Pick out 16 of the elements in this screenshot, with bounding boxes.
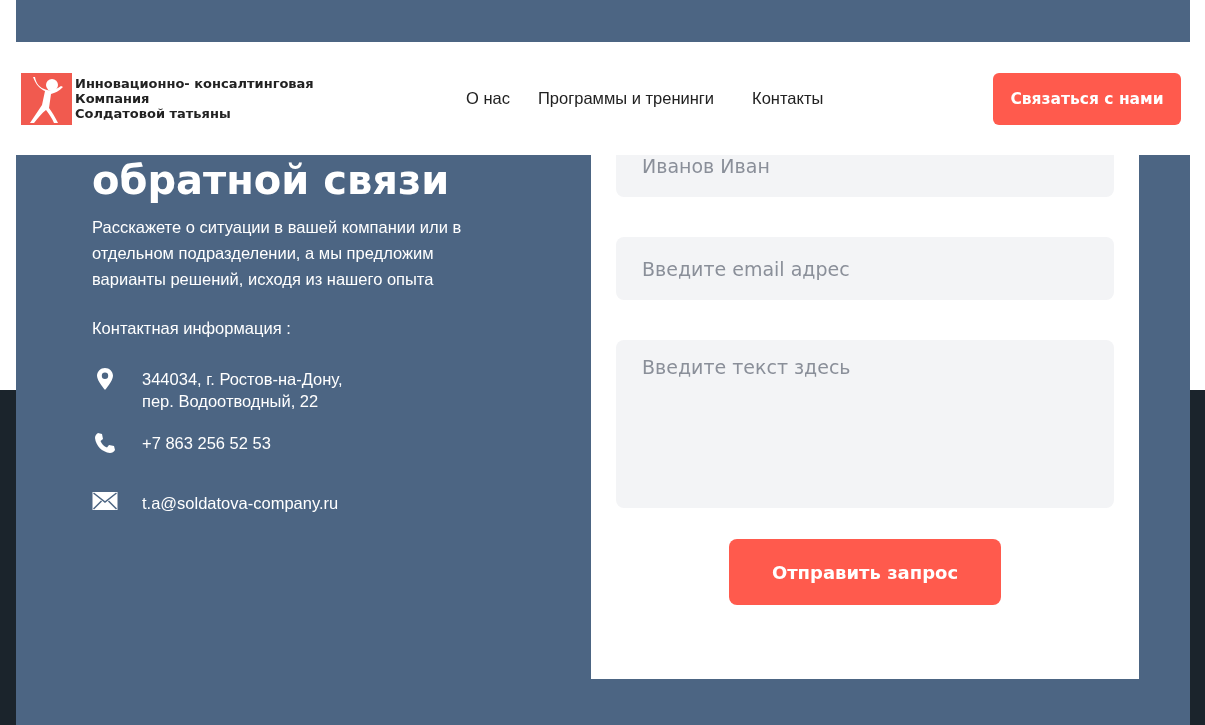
contact-text: t.a@soldatova-company.ru	[142, 493, 339, 514]
nav-link[interactable]: Программы и тренинги	[537, 89, 715, 108]
company-name: Инновационно- консалтинговая Компания Солдатовой татьяны	[75, 76, 314, 121]
nav-link[interactable]: О нас	[466, 89, 510, 108]
nav-link[interactable]: Контакты	[752, 89, 824, 108]
input-field[interactable]: Иванов Иван	[616, 155, 1114, 197]
message-field[interactable]: Введите текст здесь	[616, 340, 1114, 508]
logo-icon	[21, 72, 72, 125]
contact-text: +7 863 256 52 53	[142, 433, 271, 454]
phone-icon	[92, 432, 118, 454]
input-field[interactable]: Введите email адрес	[616, 237, 1114, 300]
section-heading: обратной связи	[92, 158, 451, 202]
description-text: Расскажете о ситуации в вашей компании или в отдельном подразделении, а мы предложим варианты решений, исходя из нашего опыта	[92, 217, 463, 290]
contacts-title: Контактная информация :	[92, 319, 292, 338]
envelope-icon	[92, 492, 118, 510]
contact-text: 344034, г. Ростов-на-Дону, пер. Водоотводный, 22	[142, 369, 343, 412]
